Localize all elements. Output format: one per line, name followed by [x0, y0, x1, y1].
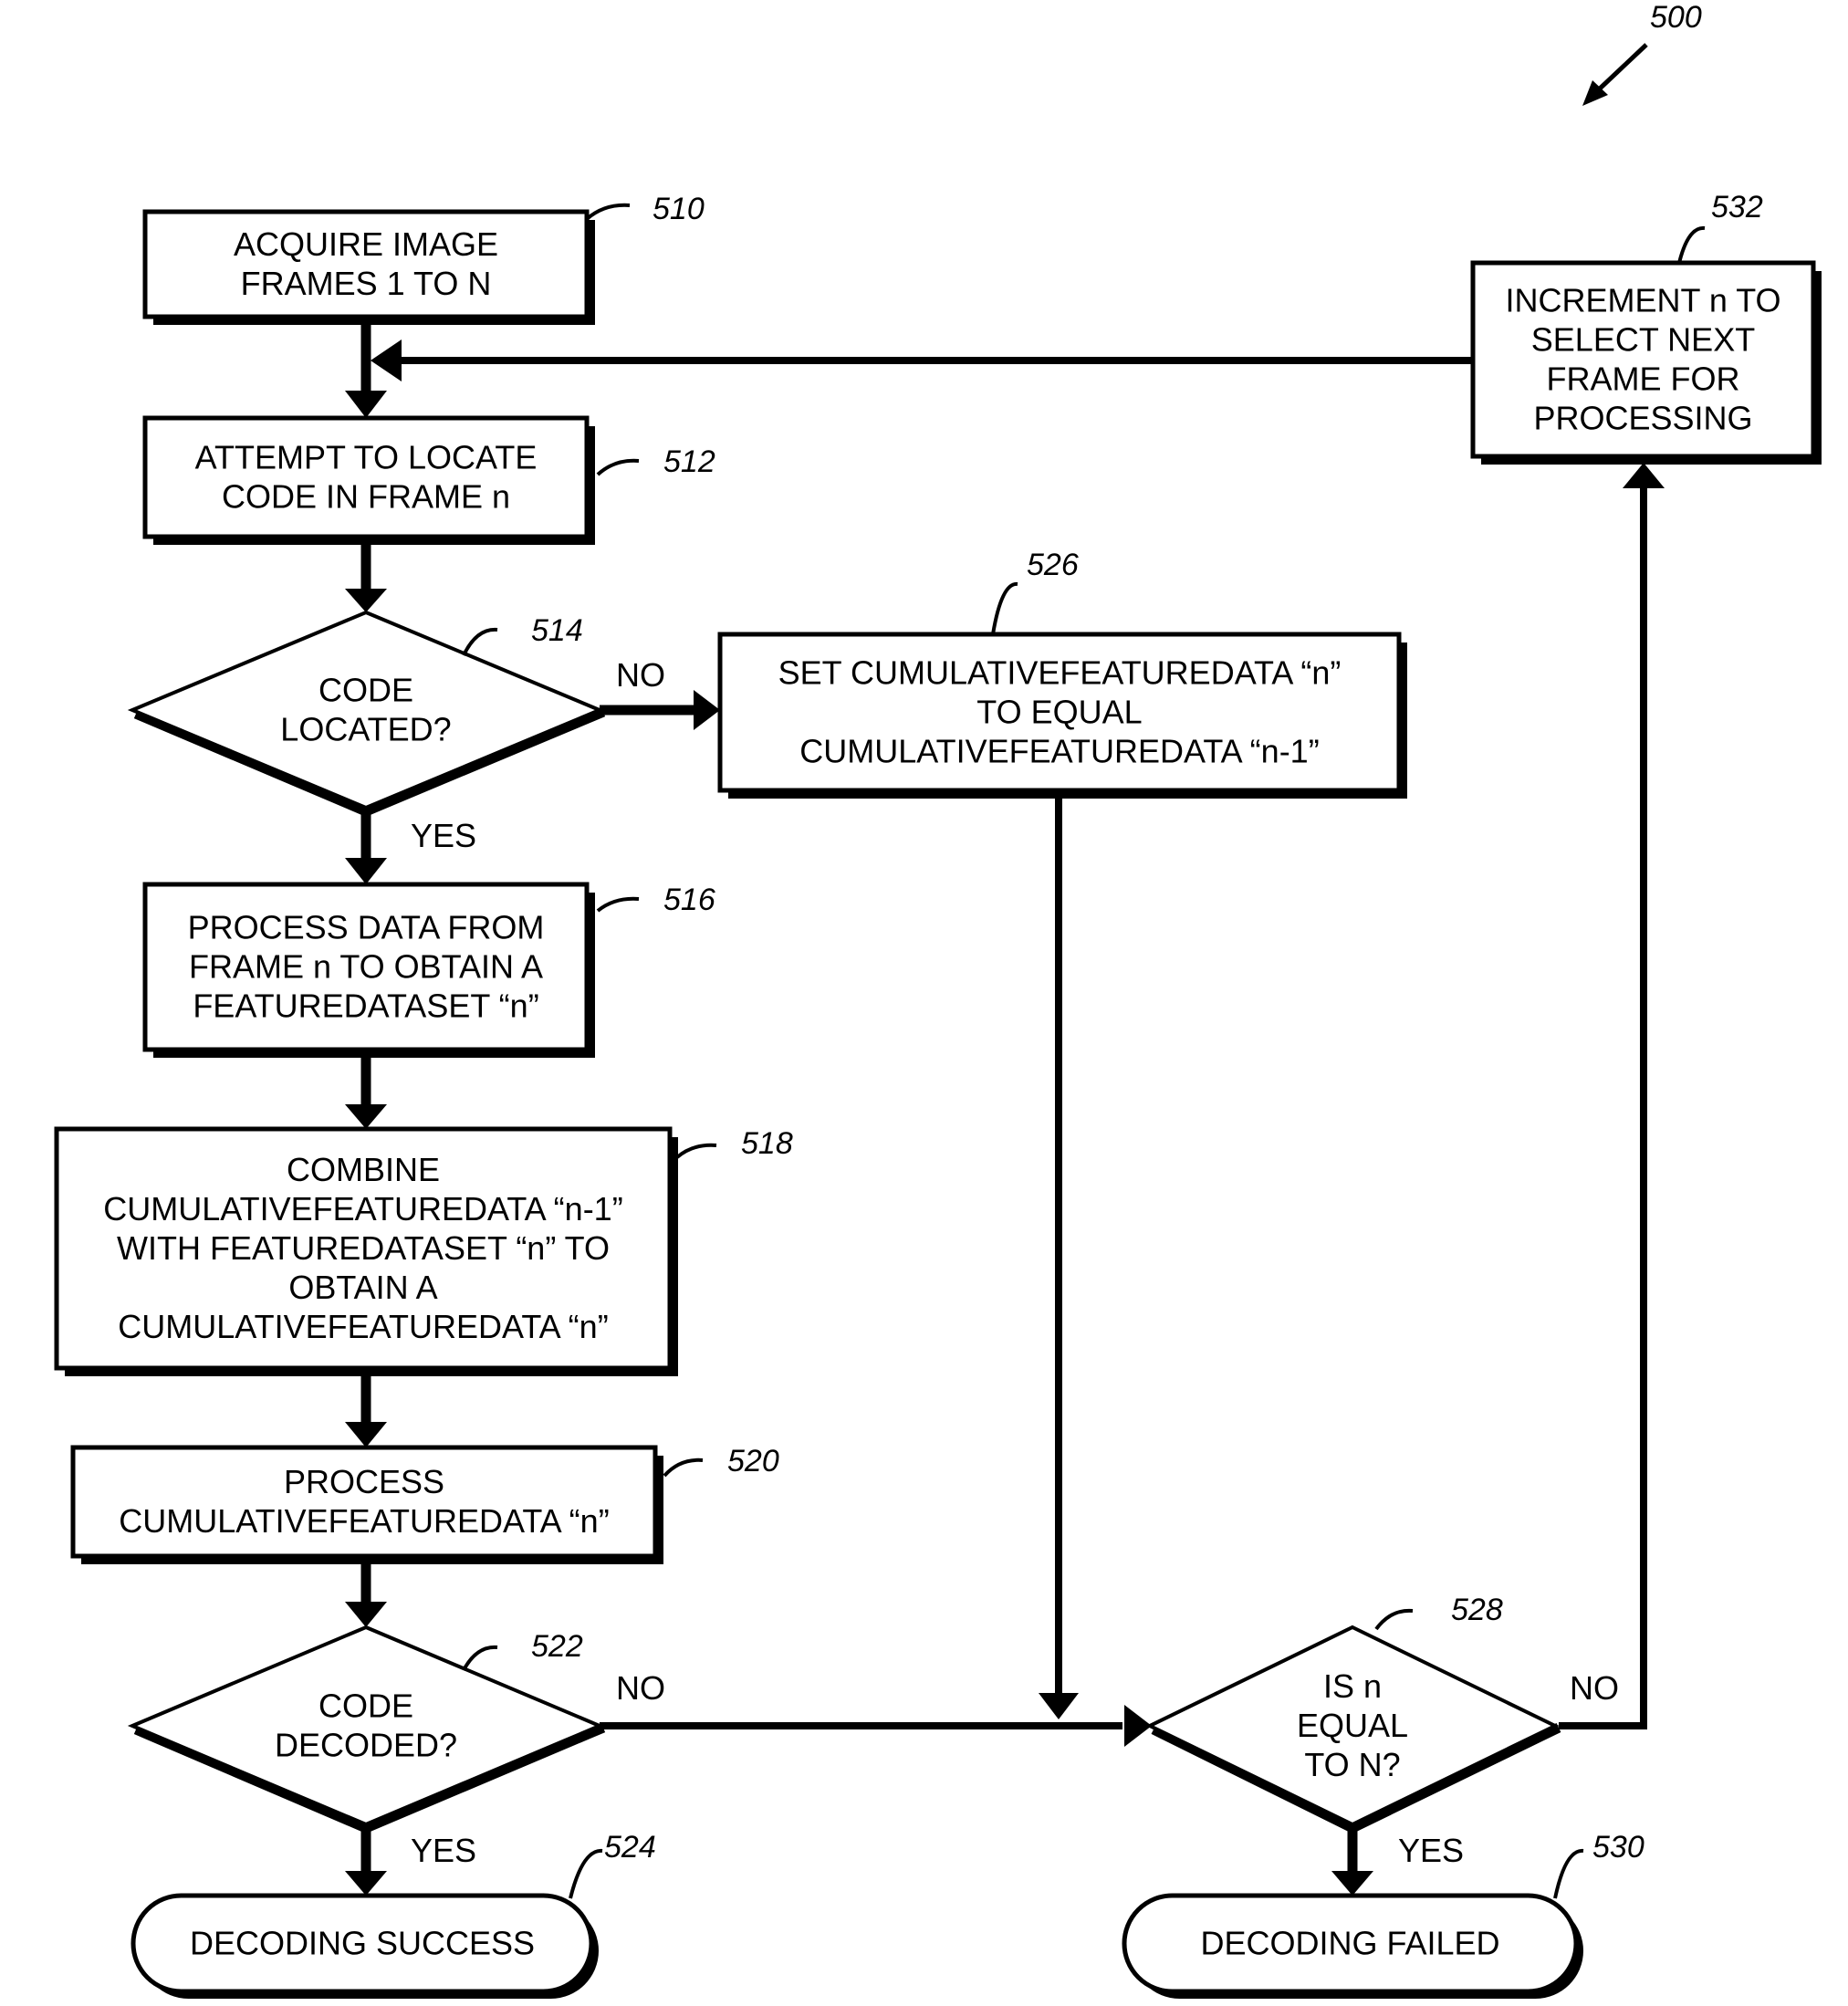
node-label-line: ACQUIRE IMAGE: [234, 225, 498, 263]
reference-number: 520: [727, 1444, 779, 1478]
reference-leader-line: [991, 582, 1018, 635]
reference-number: 516: [663, 883, 715, 917]
node-label-line: PROCESSING: [1533, 400, 1752, 437]
reference-number: 512: [663, 444, 715, 479]
node-label-line: FRAME FOR: [1547, 360, 1740, 398]
node-label-line: SET CUMULATIVEFEATUREDATA “n”: [778, 654, 1342, 692]
node-528: IS nEQUALTO N? 528: [1145, 1593, 1561, 1834]
node-label-line: CODE: [318, 672, 413, 709]
node-label-line: PROCESS DATA FROM: [188, 909, 545, 946]
flowchart: 500 ACQUIRE IMAGEFRAMES 1 TO N510ATTEMPT…: [54, 0, 1822, 1999]
edge-label-522-no: NO: [616, 1669, 665, 1707]
reference-leader-line: [675, 1143, 717, 1159]
arrowhead-down-icon: [1039, 1693, 1079, 1719]
arrowhead-down-icon: [345, 858, 387, 884]
node-label-line: TO EQUAL: [976, 694, 1142, 731]
node-510: ACQUIRE IMAGEFRAMES 1 TO N 510: [142, 192, 705, 325]
reference-leader-line: [1374, 1608, 1414, 1631]
node-label-line: PROCESS: [284, 1463, 444, 1500]
edge-label-522-yes: YES: [411, 1832, 476, 1869]
node-524: DECODING SUCCESS 524: [131, 1830, 656, 1999]
arrowhead-up-icon: [1623, 463, 1665, 488]
node-label-line: CUMULATIVEFEATUREDATA “n”: [119, 1502, 609, 1540]
arrowhead-down-icon: [1331, 1871, 1373, 1896]
node-label-line: CUMULATIVEFEATUREDATA “n”: [118, 1308, 608, 1345]
arrowhead-down-icon: [345, 589, 387, 612]
node-532: INCREMENT n TOSELECT NEXTFRAME FORPROCES…: [1470, 190, 1822, 465]
node-label-line: CODE: [318, 1687, 413, 1725]
arrowhead-down-icon: [345, 1422, 387, 1447]
reference-number: 510: [653, 192, 705, 226]
node-530: DECODING FAILED 530: [1122, 1830, 1644, 1999]
reference-leader-line: [596, 458, 640, 476]
node-label-line: WITH FEATUREDATASET “n” TO: [117, 1229, 610, 1267]
edge-label-514-no: NO: [616, 656, 665, 694]
arrowhead-down-icon: [345, 1871, 387, 1896]
arrowhead-down-icon: [345, 391, 387, 418]
node-526: SET CUMULATIVEFEATUREDATA “n”TO EQUALCUM…: [717, 548, 1407, 799]
node-label-line: EQUAL: [1297, 1707, 1408, 1744]
node-516: PROCESS DATA FROMFRAME n TO OBTAIN AFEAT…: [142, 882, 715, 1058]
node-label-line: CODE IN FRAME n: [222, 478, 510, 516]
node-522: CODEDECODED? 522: [127, 1625, 606, 1834]
reference-leader-line: [663, 1457, 704, 1478]
node-label-line: TO N?: [1304, 1746, 1400, 1783]
node-label-line: OBTAIN A: [288, 1269, 437, 1306]
node-512: ATTEMPT TO LOCATECODE IN FRAME n 512: [142, 415, 715, 545]
reference-number: 532: [1711, 190, 1763, 225]
node-label-line: IS n: [1323, 1667, 1382, 1705]
edge-label-528-no: NO: [1570, 1669, 1619, 1707]
node-label-line: FEATUREDATASET “n”: [193, 987, 538, 1025]
reference-number: 518: [741, 1126, 793, 1161]
node-label-line: FRAME n TO OBTAIN A: [189, 948, 543, 986]
reference-leader-line: [585, 203, 631, 221]
arrowhead-left-icon: [371, 340, 402, 381]
arrowhead-right-icon: [694, 690, 720, 730]
node-label-line: CUMULATIVEFEATUREDATA “n-1”: [799, 733, 1319, 770]
arrowhead-down-icon: [345, 1104, 387, 1129]
reference-leader-line: [462, 627, 498, 656]
node-label-line: INCREMENT n TO: [1505, 282, 1780, 319]
edge-label-514-yes: YES: [411, 817, 476, 854]
reference-number: 526: [1027, 548, 1079, 582]
node-518: COMBINECUMULATIVEFEATUREDATA “n-1”WITH F…: [54, 1126, 793, 1376]
node-label-line: COMBINE: [287, 1151, 440, 1188]
node-label-line: CUMULATIVEFEATUREDATA “n-1”: [103, 1190, 622, 1228]
reference-leader-line: [1677, 225, 1706, 264]
arrowhead-down-icon: [345, 1602, 387, 1627]
node-label-line: DECODING FAILED: [1200, 1925, 1499, 1962]
reference-leader-line: [1553, 1848, 1584, 1899]
reference-leader-line: [569, 1848, 603, 1899]
reference-leader-line: [462, 1645, 498, 1671]
reference-number: 514: [531, 613, 583, 648]
reference-number: 528: [1451, 1593, 1503, 1627]
node-label-line: ATTEMPT TO LOCATE: [195, 439, 538, 476]
node-514: CODELOCATED? 514: [127, 610, 606, 817]
node-520: PROCESSCUMULATIVEFEATUREDATA “n” 520: [70, 1444, 779, 1564]
reference-number: 524: [604, 1830, 656, 1865]
arrowhead-right-icon: [1124, 1705, 1152, 1747]
reference-leader-line: [596, 896, 640, 913]
reference-number: 530: [1592, 1830, 1644, 1865]
edge-528-532: [1559, 488, 1647, 1729]
figure-ref-label: 500: [1650, 0, 1702, 35]
node-label-line: SELECT NEXT: [1531, 321, 1755, 359]
node-label-line: FRAMES 1 TO N: [241, 265, 492, 302]
node-label-line: LOCATED?: [280, 711, 451, 748]
edge-label-528-yes: YES: [1398, 1832, 1464, 1869]
node-label-line: DECODING SUCCESS: [190, 1925, 535, 1962]
figure-ref-arrow-line: [1597, 43, 1648, 91]
figure-reference: 500: [1582, 0, 1702, 106]
reference-number: 522: [531, 1629, 583, 1664]
node-label-line: DECODED?: [275, 1727, 457, 1764]
